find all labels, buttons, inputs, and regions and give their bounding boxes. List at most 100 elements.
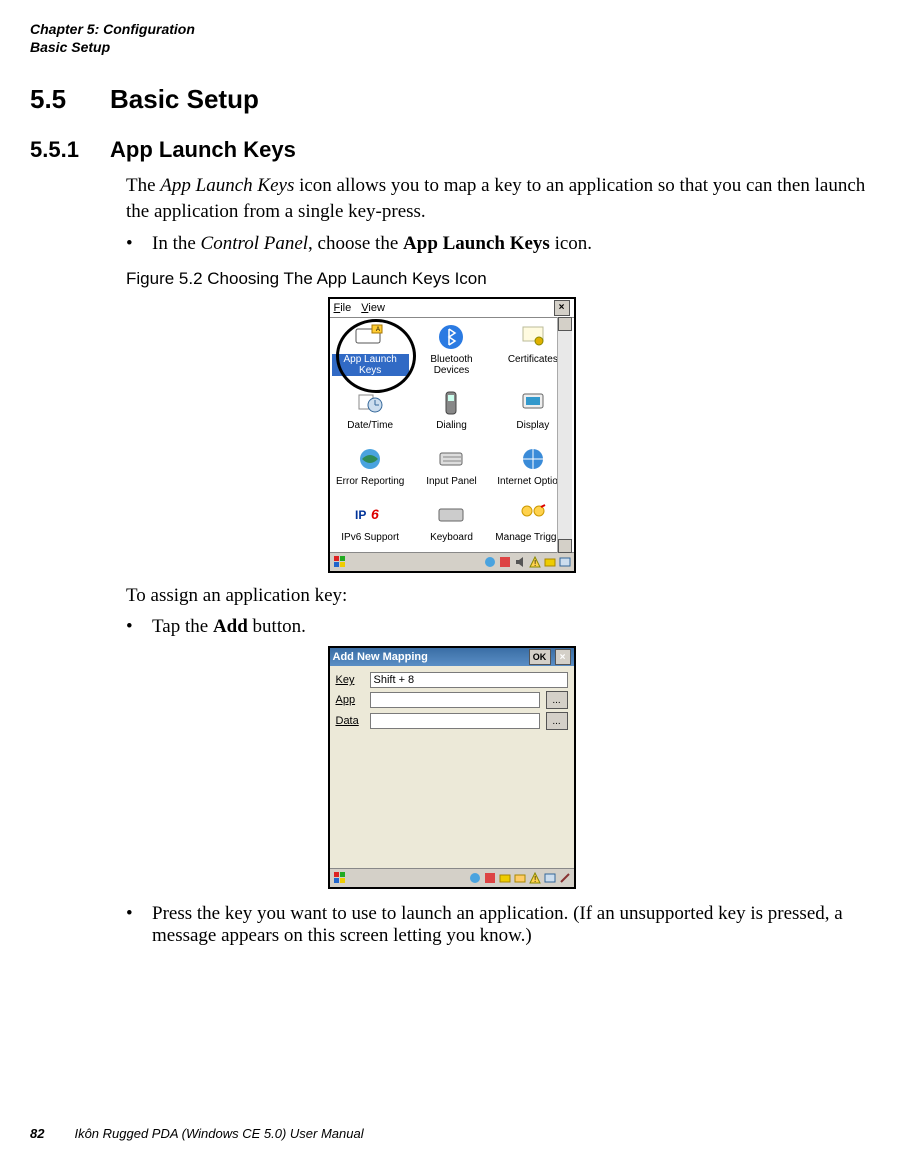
cp-item-bluetooth-devices[interactable]: Bluetooth Devices <box>411 318 492 385</box>
ipv6-icon: IP 6 <box>354 500 386 530</box>
cp-label-error: Error Reporting <box>336 476 404 487</box>
tray2-icon-2[interactable] <box>484 872 496 884</box>
vertical-scrollbar[interactable] <box>557 317 572 553</box>
cp-label-app-launch-keys: App Launch Keys <box>332 354 409 376</box>
tray2-icon-folder[interactable] <box>514 872 526 884</box>
cp-label-input: Input Panel <box>426 476 477 487</box>
cp-label-keyboard: Keyboard <box>430 532 473 543</box>
tray-icon-warning[interactable]: ! <box>529 556 541 568</box>
data-browse-button[interactable]: ... <box>546 712 568 730</box>
tray-icon-desktop[interactable] <box>559 556 571 568</box>
keyboard2-icon <box>435 500 467 530</box>
section-5-5-1-heading: 5.5.1App Launch Keys <box>30 137 873 163</box>
bullet-3-text: Press the key you want to use to launch … <box>152 903 872 947</box>
svg-text:6: 6 <box>371 506 379 522</box>
section-5-5-number: 5.5 <box>30 84 110 115</box>
menu-file[interactable]: File <box>334 302 352 314</box>
display-icon <box>517 388 549 418</box>
dialog-titlebar: Add New Mapping OK × <box>330 648 574 666</box>
tray-icon-cards[interactable] <box>544 556 556 568</box>
triggers-icon <box>517 500 549 530</box>
control-panel-screenshot: File View × A App Launch Keys Bluetooth … <box>30 297 873 573</box>
bluetooth-icon <box>435 322 467 352</box>
cp-label-bluetooth: Bluetooth Devices <box>413 354 490 376</box>
cp-item-keyboard[interactable]: Keyboard <box>411 496 492 552</box>
svg-text:!: ! <box>534 875 536 884</box>
control-panel-menubar: File View × <box>330 299 574 318</box>
b1c: , choose the <box>308 233 403 254</box>
cp-label-certificates: Certificates <box>508 354 558 365</box>
phone-icon <box>435 388 467 418</box>
cp-item-app-launch-keys[interactable]: A App Launch Keys <box>330 318 411 385</box>
tray2-icon-pen[interactable] <box>559 872 571 884</box>
tray2-icon-cards[interactable] <box>499 872 511 884</box>
cp-item-ipv6[interactable]: IP 6 IPv6 Support <box>330 496 411 552</box>
paragraph-1: The App Launch Keys icon allows you to m… <box>126 173 886 224</box>
menu-view[interactable]: View <box>361 302 385 314</box>
control-panel-taskbar: ! <box>330 552 574 571</box>
cp-item-input-panel[interactable]: Input Panel <box>411 440 492 496</box>
page-number: 82 <box>30 1126 44 1141</box>
b1d: App Launch Keys <box>403 233 550 254</box>
dialog-body: Key App ... Data ... <box>330 666 574 868</box>
globe-icon <box>354 444 386 474</box>
chapter-line2: Basic Setup <box>30 38 873 56</box>
svg-text:IP: IP <box>355 508 366 522</box>
bullet-1-text: In the Control Panel, choose the App Lau… <box>152 233 872 255</box>
app-browse-button[interactable]: ... <box>546 691 568 709</box>
control-panel-grid: A App Launch Keys Bluetooth Devices Cert… <box>330 318 574 552</box>
b1e: icon. <box>550 233 592 254</box>
close-button[interactable]: × <box>554 300 570 316</box>
internet-icon <box>517 444 549 474</box>
app-label: App <box>336 694 364 706</box>
certificate-icon <box>517 322 549 352</box>
keyboard-app-icon: A <box>354 322 386 352</box>
section-5-5-1-number: 5.5.1 <box>30 137 110 163</box>
section-5-5-heading: 5.5Basic Setup <box>30 84 873 115</box>
bullet-2: •Tap the Add button. <box>126 616 886 638</box>
keyboard-icon <box>435 444 467 474</box>
cp-item-error-reporting[interactable]: Error Reporting <box>330 440 411 496</box>
start-icon[interactable] <box>333 555 347 569</box>
p1-a: The <box>126 175 160 196</box>
b2b: Add <box>213 616 248 637</box>
control-panel-window: File View × A App Launch Keys Bluetooth … <box>328 297 576 573</box>
scroll-down-button[interactable] <box>558 539 572 553</box>
paragraph-2: To assign an application key: <box>126 583 886 609</box>
footer-title: Ikôn Rugged PDA (Windows CE 5.0) User Ma… <box>74 1126 363 1141</box>
dialog-screenshot: Add New Mapping OK × Key App ... Data ..… <box>30 646 873 889</box>
tray-icon-speaker[interactable] <box>514 556 526 568</box>
tray2-icon-1[interactable] <box>469 872 481 884</box>
bullet-dot-2: • <box>126 616 152 638</box>
b1b: Control Panel <box>201 233 309 254</box>
tray2-icon-warning[interactable]: ! <box>529 872 541 884</box>
cp-label-ipv6: IPv6 Support <box>341 532 399 543</box>
tray-icon-1[interactable] <box>484 556 496 568</box>
bullet-dot-3: • <box>126 903 152 925</box>
tray2-icon-sip[interactable] <box>544 872 556 884</box>
section-5-5-title: Basic Setup <box>110 84 259 114</box>
b2c: button. <box>248 616 306 637</box>
key-label: Key <box>336 674 364 686</box>
key-input[interactable] <box>370 672 568 688</box>
dialog-tray: ! <box>469 872 571 884</box>
start-icon-2[interactable] <box>333 871 347 885</box>
system-tray: ! <box>484 556 571 568</box>
page-footer: 82 Ikôn Rugged PDA (Windows CE 5.0) User… <box>30 1126 364 1141</box>
dialog-close-button[interactable]: × <box>555 649 571 665</box>
app-input[interactable] <box>370 692 540 708</box>
cp-item-dialing[interactable]: Dialing <box>411 384 492 440</box>
scroll-up-button[interactable] <box>558 317 572 331</box>
dialog-taskbar: ! <box>330 868 574 887</box>
p1-italic: App Launch Keys <box>160 175 294 196</box>
b1a: In the <box>152 233 201 254</box>
section-5-5-1-title: App Launch Keys <box>110 137 296 162</box>
bullet-3: •Press the key you want to use to launch… <box>126 903 886 947</box>
cp-label-dialing: Dialing <box>436 420 467 431</box>
data-input[interactable] <box>370 713 540 729</box>
datetime-icon <box>354 388 386 418</box>
cp-item-datetime[interactable]: Date/Time <box>330 384 411 440</box>
tray-icon-2[interactable] <box>499 556 511 568</box>
ok-button[interactable]: OK <box>529 649 551 665</box>
svg-text:A: A <box>376 327 380 333</box>
